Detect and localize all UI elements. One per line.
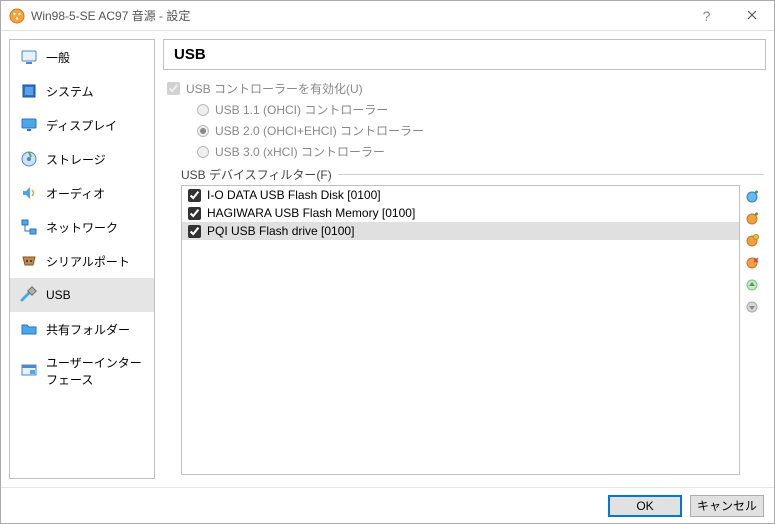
enable-usb-label: USB コントローラーを有効化(U) xyxy=(186,80,363,97)
sidebar-item-general[interactable]: 一般 xyxy=(10,40,154,74)
radio-icon xyxy=(197,125,209,137)
sidebar-item-ui[interactable]: ユーザーインターフェース xyxy=(10,346,154,396)
sidebar-item-label: シリアルポート xyxy=(46,253,130,270)
sidebar-item-label: ストレージ xyxy=(46,151,106,168)
help-icon: ? xyxy=(703,8,711,24)
add-empty-filter-button[interactable] xyxy=(744,189,760,205)
radio-icon xyxy=(197,146,209,158)
general-icon xyxy=(20,48,38,66)
window-title: Win98-5-SE AC97 音源 - 設定 xyxy=(31,7,684,24)
usb-icon xyxy=(20,286,38,304)
close-button[interactable] xyxy=(729,1,774,30)
device-label: PQI USB Flash drive [0100] xyxy=(207,224,354,238)
radio-label: USB 1.1 (OHCI) コントローラー xyxy=(215,101,388,118)
sidebar-item-storage[interactable]: ストレージ xyxy=(10,142,154,176)
device-checkbox[interactable] xyxy=(188,225,201,238)
enable-usb-checkbox[interactable] xyxy=(167,82,180,95)
folder-icon xyxy=(20,320,38,338)
radio-label: USB 2.0 (OHCI+EHCI) コントローラー xyxy=(215,122,424,139)
add-from-device-button[interactable] xyxy=(744,211,760,227)
usb-controller-radio-group: USB 1.1 (OHCI) コントローラー USB 2.0 (OHCI+EHC… xyxy=(165,101,764,160)
sidebar-item-label: 一般 xyxy=(46,49,70,66)
audio-icon xyxy=(20,184,38,202)
device-row[interactable]: HAGIWARA USB Flash Memory [0100] xyxy=(182,204,739,222)
storage-icon xyxy=(20,150,38,168)
settings-main: USB USB コントローラーを有効化(U) USB 1.1 (OHCI) コン… xyxy=(163,39,766,479)
radio-icon xyxy=(197,104,209,116)
sidebar-item-label: オーディオ xyxy=(46,185,105,202)
system-icon xyxy=(20,82,38,100)
serial-icon xyxy=(20,252,38,270)
device-label: HAGIWARA USB Flash Memory [0100] xyxy=(207,206,415,220)
enable-usb-checkbox-row: USB コントローラーを有効化(U) xyxy=(165,80,764,97)
radio-label: USB 3.0 (xHCI) コントローラー xyxy=(215,143,385,160)
close-icon xyxy=(747,9,757,23)
ok-label: OK xyxy=(636,499,653,513)
sidebar-item-serial[interactable]: シリアルポート xyxy=(10,244,154,278)
settings-sidebar: 一般 システム ディスプレイ ストレージ オーディオ ネットワーク シリアルポー… xyxy=(9,39,155,479)
app-icon xyxy=(9,8,25,24)
sidebar-item-usb[interactable]: USB xyxy=(10,278,154,312)
cancel-button[interactable]: キャンセル xyxy=(690,495,764,517)
sidebar-item-label: 共有フォルダー xyxy=(46,321,130,338)
sidebar-item-label: ディスプレイ xyxy=(46,117,117,134)
edit-filter-button[interactable] xyxy=(744,233,760,249)
title-bar: Win98-5-SE AC97 音源 - 設定 ? xyxy=(1,1,774,31)
sidebar-item-audio[interactable]: オーディオ xyxy=(10,176,154,210)
radio-usb20[interactable]: USB 2.0 (OHCI+EHCI) コントローラー xyxy=(197,122,764,139)
device-label: I-O DATA USB Flash Disk [0100] xyxy=(207,188,381,202)
device-toolbar xyxy=(740,185,764,475)
radio-usb30[interactable]: USB 3.0 (xHCI) コントローラー xyxy=(197,143,764,160)
sidebar-item-label: ユーザーインターフェース xyxy=(46,354,144,388)
sidebar-item-display[interactable]: ディスプレイ xyxy=(10,108,154,142)
sidebar-item-system[interactable]: システム xyxy=(10,74,154,108)
device-filter-label: USB デバイスフィルター(F) xyxy=(181,166,332,183)
ok-button[interactable]: OK xyxy=(608,495,682,517)
move-up-button[interactable] xyxy=(744,277,760,293)
device-checkbox[interactable] xyxy=(188,189,201,202)
sidebar-item-label: ネットワーク xyxy=(46,219,118,236)
sidebar-item-label: USB xyxy=(46,288,71,302)
sidebar-item-shared[interactable]: 共有フォルダー xyxy=(10,312,154,346)
remove-filter-button[interactable] xyxy=(744,255,760,271)
ui-icon xyxy=(20,362,38,380)
section-title: USB xyxy=(163,39,766,70)
display-icon xyxy=(20,116,38,134)
device-checkbox[interactable] xyxy=(188,207,201,220)
radio-usb11[interactable]: USB 1.1 (OHCI) コントローラー xyxy=(197,101,764,118)
device-row[interactable]: I-O DATA USB Flash Disk [0100] xyxy=(182,186,739,204)
device-filter-list[interactable]: I-O DATA USB Flash Disk [0100] HAGIWARA … xyxy=(181,185,740,475)
sidebar-item-network[interactable]: ネットワーク xyxy=(10,210,154,244)
network-icon xyxy=(20,218,38,236)
cancel-label: キャンセル xyxy=(697,497,757,514)
move-down-button[interactable] xyxy=(744,299,760,315)
sidebar-item-label: システム xyxy=(46,83,94,100)
dialog-footer: OK キャンセル xyxy=(1,487,774,523)
device-row[interactable]: PQI USB Flash drive [0100] xyxy=(182,222,739,240)
divider xyxy=(338,174,764,175)
device-filter-label-row: USB デバイスフィルター(F) xyxy=(165,166,764,183)
help-button[interactable]: ? xyxy=(684,1,729,30)
